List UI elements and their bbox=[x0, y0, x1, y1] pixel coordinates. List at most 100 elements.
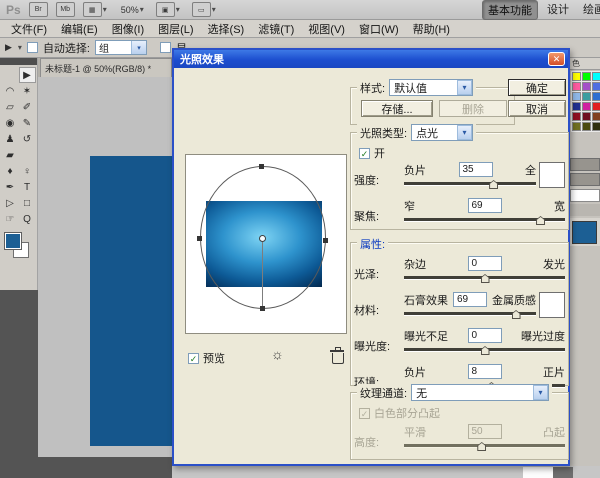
screen-mode-button[interactable]: ▭ ▾ bbox=[192, 2, 216, 17]
menu-item[interactable]: 编辑(E) bbox=[54, 21, 105, 37]
light-on-checkbox[interactable]: ✓ bbox=[359, 148, 370, 159]
slider-value-input[interactable]: 8 bbox=[468, 364, 502, 379]
menu-item[interactable]: 滤镜(T) bbox=[251, 21, 301, 37]
color-swatch[interactable] bbox=[592, 122, 600, 131]
dialog-title-bar[interactable]: 光照效果 bbox=[174, 50, 568, 68]
cancel-button[interactable]: 取消 bbox=[508, 100, 566, 117]
workspace-button[interactable]: 基本功能 bbox=[482, 0, 538, 20]
color-swatch[interactable] bbox=[582, 92, 591, 101]
healing-brush-tool[interactable]: ◉ bbox=[2, 115, 19, 131]
color-swatch[interactable] bbox=[572, 82, 581, 91]
auto-select-checkbox[interactable] bbox=[27, 42, 38, 53]
color-swatch[interactable] bbox=[572, 72, 581, 81]
slider-track[interactable] bbox=[404, 345, 565, 355]
path-select-tool[interactable]: ▷ bbox=[2, 195, 19, 211]
texture-channel-dropdown[interactable]: 无 ▾ bbox=[411, 384, 549, 401]
clone-stamp-tool[interactable]: ♟ bbox=[2, 131, 19, 147]
color-swatch[interactable] bbox=[592, 92, 600, 101]
layer-row[interactable] bbox=[570, 218, 600, 246]
slider-value-input[interactable]: 50 bbox=[468, 424, 502, 439]
light-handle-right[interactable] bbox=[323, 238, 328, 243]
show-transform-checkbox[interactable] bbox=[160, 42, 171, 53]
light-color-swatch[interactable] bbox=[539, 162, 565, 188]
style-dropdown[interactable]: 默认值 ▾ bbox=[389, 79, 473, 96]
layers-filter-field[interactable] bbox=[570, 189, 600, 202]
move-tool[interactable]: ▶ bbox=[19, 67, 36, 83]
blur-tool[interactable]: ♦ bbox=[2, 163, 19, 179]
zoom-level-control[interactable]: 50% ▾ bbox=[121, 5, 144, 15]
light-bulb-icon[interactable]: ☼ bbox=[271, 346, 284, 362]
tools-panel-header[interactable] bbox=[0, 58, 37, 65]
slider-track[interactable] bbox=[404, 273, 565, 283]
panel-tab-fragment[interactable] bbox=[570, 173, 600, 186]
color-swatch[interactable] bbox=[582, 82, 591, 91]
menu-item[interactable]: 窗口(W) bbox=[352, 21, 406, 37]
pen-tool[interactable]: ✒ bbox=[2, 179, 19, 195]
color-swatch[interactable] bbox=[572, 122, 581, 131]
gradient-tool[interactable] bbox=[19, 147, 36, 163]
zoom-tool[interactable]: Q bbox=[19, 211, 36, 227]
light-handle-left[interactable] bbox=[197, 236, 202, 241]
slider-value-input[interactable]: 0 bbox=[468, 328, 502, 343]
color-swatch[interactable] bbox=[572, 92, 581, 101]
light-color-swatch[interactable] bbox=[539, 292, 565, 318]
view-extras-button[interactable]: ▦ ▾ bbox=[83, 2, 107, 17]
color-swatch[interactable] bbox=[592, 102, 600, 111]
type-tool[interactable]: T bbox=[19, 179, 36, 195]
slider-value-input[interactable]: 0 bbox=[468, 256, 502, 271]
trash-icon[interactable] bbox=[332, 353, 344, 364]
auto-select-dropdown[interactable]: 组 ▾ bbox=[95, 40, 147, 55]
light-handle-top[interactable] bbox=[259, 164, 264, 169]
rect-marquee-tool[interactable] bbox=[2, 67, 19, 83]
color-swatch[interactable] bbox=[582, 112, 591, 121]
panel-tab-fragment[interactable] bbox=[570, 158, 600, 171]
brush-tool[interactable]: ✎ bbox=[19, 115, 36, 131]
eraser-tool[interactable]: ▰ bbox=[2, 147, 19, 163]
eyedropper-tool[interactable]: ✐ bbox=[19, 99, 36, 115]
color-swatch[interactable] bbox=[582, 102, 591, 111]
light-handle-bottom[interactable] bbox=[260, 306, 265, 311]
mini-bridge-icon[interactable]: Mb bbox=[56, 2, 75, 17]
color-swatch[interactable] bbox=[592, 82, 600, 91]
preview-checkbox[interactable]: ✓ bbox=[188, 353, 199, 364]
menu-item[interactable]: 图像(I) bbox=[105, 21, 151, 37]
slider-track[interactable] bbox=[404, 179, 536, 189]
slider-value-input[interactable]: 69 bbox=[468, 198, 502, 213]
slider-value-input[interactable]: 69 bbox=[453, 292, 487, 307]
menu-item[interactable]: 图层(L) bbox=[151, 21, 200, 37]
lasso-tool[interactable]: ◠ bbox=[2, 83, 19, 99]
crop-tool[interactable]: ▱ bbox=[2, 99, 19, 115]
document-content[interactable] bbox=[90, 156, 174, 446]
light-type-dropdown[interactable]: 点光 ▾ bbox=[411, 124, 473, 141]
hand-tool[interactable]: ☞ bbox=[2, 211, 19, 227]
menu-item[interactable]: 选择(S) bbox=[201, 21, 252, 37]
workspace-button[interactable]: 绘画 bbox=[578, 0, 600, 20]
foreground-color-swatch[interactable] bbox=[4, 232, 22, 250]
arrange-documents-button[interactable]: ▣ ▾ bbox=[156, 2, 180, 17]
save-button[interactable]: 存储... bbox=[361, 100, 433, 117]
history-brush-tool[interactable]: ↺ bbox=[19, 131, 36, 147]
ok-button[interactable]: 确定 bbox=[508, 79, 566, 96]
menu-item[interactable]: 帮助(H) bbox=[406, 21, 457, 37]
document-tab[interactable]: 未标题-1 @ 50%(RGB/8) * bbox=[40, 58, 172, 77]
light-center-handle[interactable] bbox=[259, 235, 266, 242]
menu-item[interactable]: 视图(V) bbox=[301, 21, 352, 37]
color-swatch[interactable] bbox=[582, 122, 591, 131]
slider-value-input[interactable]: 35 bbox=[459, 162, 493, 177]
color-swatch[interactable] bbox=[572, 102, 581, 111]
workspace-button[interactable]: 设计 bbox=[542, 0, 574, 20]
magic-wand-tool[interactable]: ✶ bbox=[19, 83, 36, 99]
slider-track[interactable] bbox=[404, 309, 536, 319]
dodge-tool[interactable]: ♀ bbox=[19, 163, 36, 179]
shape-tool[interactable]: □ bbox=[19, 195, 36, 211]
color-swatch[interactable] bbox=[592, 112, 600, 121]
close-icon[interactable]: ✕ bbox=[548, 52, 565, 66]
layer-thumbnail[interactable] bbox=[572, 221, 597, 244]
slider-track[interactable] bbox=[404, 441, 565, 451]
color-swatch[interactable] bbox=[592, 72, 600, 81]
color-swatch[interactable] bbox=[572, 112, 581, 121]
bridge-icon[interactable]: Br bbox=[29, 2, 48, 17]
swatches-panel-tab[interactable]: 色 bbox=[570, 58, 600, 70]
slider-track[interactable] bbox=[404, 215, 565, 225]
menu-item[interactable]: 文件(F) bbox=[4, 21, 54, 37]
